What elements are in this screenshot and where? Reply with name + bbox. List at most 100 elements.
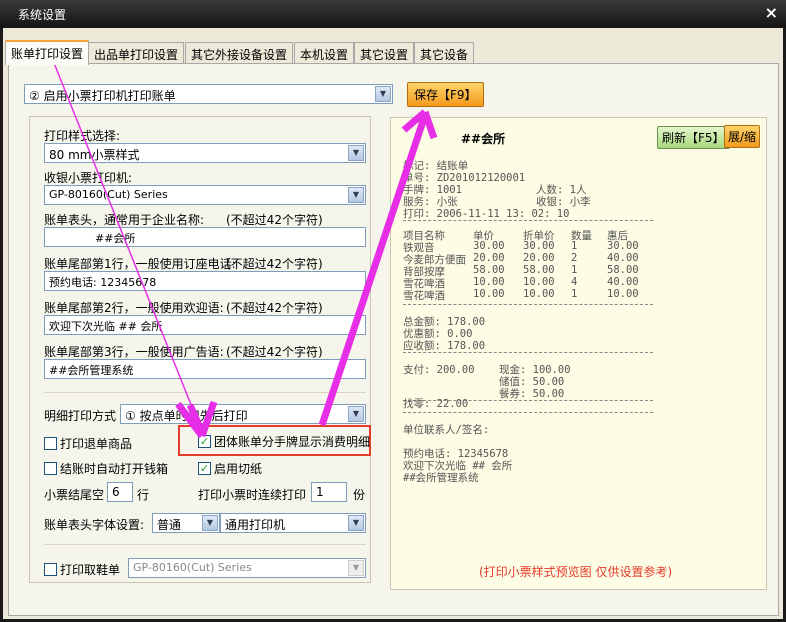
style-label: 打印样式选择: xyxy=(44,129,121,143)
detail-value: ① 按点单时间先后打印 xyxy=(125,409,248,423)
receipt-foot3: ##会所管理系统 xyxy=(403,472,479,484)
chk-print-refund[interactable]: 打印退单商品 xyxy=(44,435,132,452)
chk-open-drawer[interactable]: 结账时自动打开钱箱 xyxy=(44,460,168,477)
header-label: 账单表头，通常用于企业名称: xyxy=(44,213,205,227)
detail-label: 明细打印方式 xyxy=(44,409,117,423)
row-disc-price: 10.00 xyxy=(523,276,555,288)
divider xyxy=(44,392,366,393)
row-qty: 1 xyxy=(571,240,578,252)
font-select[interactable]: 普通 ▼ xyxy=(152,513,220,533)
header-hint: (不超过42个字符) xyxy=(226,213,323,227)
divider xyxy=(44,544,366,545)
row-price: 10.00 xyxy=(473,288,505,300)
close-icon[interactable]: × xyxy=(765,3,778,22)
chk-group-detail[interactable]: ✓ 团体账单分手牌显示消费明细 xyxy=(198,433,370,450)
row-disc-price: 58.00 xyxy=(523,264,555,276)
receipt-pay: 支付: 200.00 xyxy=(403,364,475,376)
footer2-input[interactable]: 欢迎下次光临 ## 会所 xyxy=(44,315,366,335)
font-printer-value: 通用打印机 xyxy=(225,518,286,532)
chk-group-label: 团体账单分手牌显示消费明细 xyxy=(214,435,371,449)
header-input[interactable]: ##会所 xyxy=(44,227,366,247)
row-name: 雪花啤酒 xyxy=(403,290,445,302)
footer3-input[interactable]: ##会所管理系统 xyxy=(44,359,366,379)
footer1-hint: (不超过42个字符) xyxy=(226,257,323,271)
title-bar: 系统设置 × xyxy=(0,0,786,28)
receipt-title: ##会所 xyxy=(461,132,506,146)
refresh-button[interactable]: 刷新【F5】 xyxy=(657,126,730,149)
printer-select[interactable]: GP-80160(Cut) Series ▼ xyxy=(44,185,366,205)
row-amount: 30.00 xyxy=(607,240,639,252)
footer2-label: 账单尾部第2行，一般使用欢迎语: xyxy=(44,301,224,315)
shoe-label: 打印取鞋单 xyxy=(60,563,121,577)
tab-other-settings[interactable]: 其它设置 xyxy=(354,42,415,64)
chk-refund-label: 打印退单商品 xyxy=(60,437,133,451)
bill-print-panel: ② 启用小票打印机打印账单 ▼ 保存【F9】 打印样式选择: 80 mm小票样式… xyxy=(8,63,779,616)
receipt-divider xyxy=(403,412,653,413)
footer1-input[interactable]: 预约电话: 12345678 xyxy=(44,271,366,291)
tab-local-settings[interactable]: 本机设置 xyxy=(294,42,355,64)
chevron-down-icon: ▼ xyxy=(348,406,364,422)
chk-drawer-label: 结账时自动打开钱箱 xyxy=(60,462,169,476)
style-select[interactable]: 80 mm小票样式 ▼ xyxy=(44,143,366,163)
row-disc-price: 20.00 xyxy=(523,252,555,264)
receipt-divider xyxy=(403,220,653,221)
chevron-down-icon: ▼ xyxy=(348,145,364,161)
receipt-divider xyxy=(403,352,653,353)
tab-other-devices[interactable]: 其它设备 xyxy=(414,42,475,64)
row-price: 20.00 xyxy=(473,252,505,264)
chevron-down-icon: ▼ xyxy=(348,187,364,203)
tail-lines-input[interactable]: 6 xyxy=(107,482,133,502)
checkbox-icon xyxy=(44,437,57,450)
chk-enable-cut[interactable]: ✓ 启用切纸 xyxy=(198,460,262,477)
window-title: 系统设置 xyxy=(18,8,67,22)
font-value: 普通 xyxy=(157,518,182,532)
check-icon: ✓ xyxy=(198,435,211,448)
font-label: 账单表头字体设置: xyxy=(44,518,145,532)
expand-collapse-button[interactable]: 展/缩 xyxy=(724,125,761,148)
tab-external-devices[interactable]: 其它外接设备设置 xyxy=(185,42,294,64)
row-qty: 4 xyxy=(571,276,578,288)
shoe-printer-select: GP-80160(Cut) Series ▼ xyxy=(128,558,366,578)
tab-bill-print[interactable]: 账单打印设置 xyxy=(5,40,90,65)
footer3-hint: (不超过42个字符) xyxy=(226,345,323,359)
copies-unit: 份 xyxy=(353,488,366,502)
footer2-hint: (不超过42个字符) xyxy=(226,301,323,315)
shoe-printer-value: GP-80160(Cut) Series xyxy=(133,561,252,574)
copies-input[interactable]: 1 xyxy=(311,482,347,502)
check-icon: ✓ xyxy=(198,462,211,475)
chevron-down-icon: ▼ xyxy=(348,560,364,576)
checkbox-icon xyxy=(44,563,57,576)
footer3-label: 账单尾部第3行，一般使用广告语: xyxy=(44,345,224,359)
checkbox-icon xyxy=(44,462,57,475)
receipt-preview: 刷新【F5】 展/缩 ##会所 标记: 结账单 单号: ZD2010121200… xyxy=(390,117,767,590)
receipt-change: 找零: 22.00 xyxy=(403,398,469,410)
receipt-sign: 单位联系人/签名: xyxy=(403,424,490,436)
chevron-down-icon: ▼ xyxy=(348,515,364,531)
receipt-due: 应收额: 178.00 xyxy=(403,340,486,352)
tab-dish-print[interactable]: 出品单打印设置 xyxy=(88,42,185,64)
chk-shoe-slip[interactable]: 打印取鞋单 xyxy=(44,561,120,578)
copies-label: 打印小票时连续打印 xyxy=(198,488,307,502)
font-printer-select[interactable]: 通用打印机 ▼ xyxy=(220,513,366,533)
settings-group: 打印样式选择: 80 mm小票样式 ▼ 收银小票打印机: GP-80160(Cu… xyxy=(29,116,371,583)
chevron-down-icon: ▼ xyxy=(202,515,218,531)
detail-select[interactable]: ① 按点单时间先后打印 ▼ xyxy=(120,404,366,424)
row-amount: 40.00 xyxy=(607,276,639,288)
row-qty: 2 xyxy=(571,252,578,264)
print-mode-select[interactable]: ② 启用小票打印机打印账单 ▼ xyxy=(24,84,393,104)
chk-cut-label: 启用切纸 xyxy=(214,462,263,476)
printer-label: 收银小票打印机: xyxy=(44,171,133,185)
printer-value: GP-80160(Cut) Series xyxy=(49,188,168,201)
chevron-down-icon: ▼ xyxy=(375,86,391,102)
row-qty: 1 xyxy=(571,288,578,300)
receipt-voucher: 餐券: 50.00 xyxy=(499,388,565,400)
row-disc-price: 10.00 xyxy=(523,288,555,300)
dialog-body: 账单打印设置 出品单打印设置 其它外接设备设置 本机设置 其它设置 其它设备 ②… xyxy=(0,28,786,622)
row-amount: 10.00 xyxy=(607,288,639,300)
row-price: 58.00 xyxy=(473,264,505,276)
row-disc-price: 30.00 xyxy=(523,240,555,252)
tail-label: 小票结尾空 xyxy=(44,488,105,502)
row-amount: 40.00 xyxy=(607,252,639,264)
save-button[interactable]: 保存【F9】 xyxy=(407,82,484,107)
style-value: 80 mm小票样式 xyxy=(49,148,140,162)
